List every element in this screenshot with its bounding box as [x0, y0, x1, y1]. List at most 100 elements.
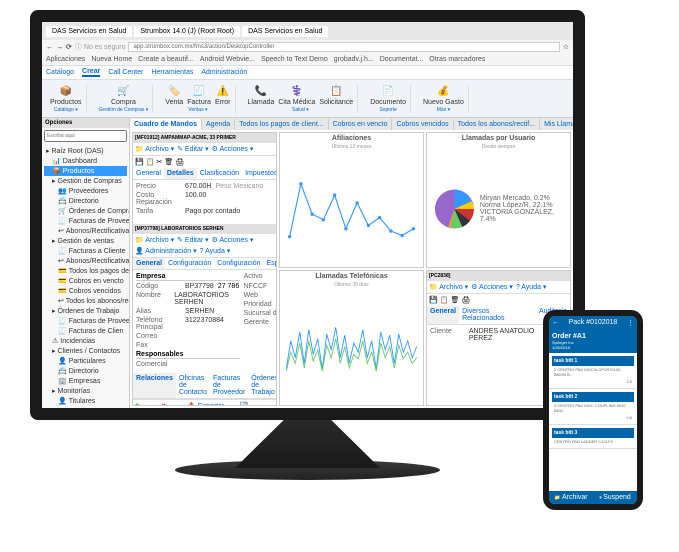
- ayuda-menu[interactable]: ? Ayuda ▾: [516, 283, 547, 291]
- browser-tab[interactable]: DAS Servicios en Salud: [46, 26, 132, 37]
- tab-agenda[interactable]: Agenda: [202, 119, 235, 130]
- tree-item[interactable]: ↩ Abonos/Rectificativas: [44, 256, 127, 266]
- tab-callcenter[interactable]: Call Center: [108, 69, 143, 76]
- tree-item[interactable]: ▸ Gestión de Compras: [44, 176, 127, 186]
- tree-item[interactable]: 🧾 Facturas de Clien: [44, 326, 127, 336]
- tool-icon[interactable]: 📋: [146, 158, 155, 166]
- star-icon[interactable]: ☆: [563, 43, 569, 51]
- tab-facturas[interactable]: Facturas de Proveedor: [210, 373, 248, 398]
- bookmark[interactable]: Nueva Home: [91, 56, 132, 63]
- venta-button[interactable]: 🏷️Venta: [165, 85, 183, 106]
- bookmark[interactable]: Create a beautif...: [138, 56, 194, 63]
- tab-clasif[interactable]: Clasificación: [197, 168, 242, 179]
- anadir-button[interactable]: + Añadir: [135, 402, 157, 406]
- editar-menu[interactable]: ✎ Editar ▾: [177, 145, 209, 153]
- phone-task[interactable]: task btlt 3 CENTRO PAD LADDER C101FS: [549, 425, 637, 449]
- tree-item[interactable]: 🛒 Órdenes de Compra: [44, 206, 127, 216]
- archivo-menu[interactable]: 📁 Archivo ▾: [429, 283, 468, 291]
- exportar-button[interactable]: 📤 Exportar (local): [187, 402, 236, 406]
- sidebar-search[interactable]: [44, 130, 127, 142]
- tool-icon[interactable]: 📋: [440, 296, 449, 304]
- tab-herramientas[interactable]: Herramientas: [151, 69, 193, 76]
- tab-detalles[interactable]: Detalles: [164, 168, 197, 179]
- tool-icon[interactable]: 🖨: [175, 158, 184, 166]
- acciones-menu[interactable]: ⚙ Acciones ▾: [212, 236, 254, 244]
- tree-item[interactable]: 💳 Cobros en vencto: [44, 276, 127, 286]
- bookmark[interactable]: Android Webvie...: [200, 56, 255, 63]
- tree-item[interactable]: 👥 Proveedores: [44, 186, 127, 196]
- nav-fwd-icon[interactable]: →: [56, 44, 63, 51]
- documento-button[interactable]: 📄Documento: [370, 85, 406, 106]
- bookmark[interactable]: grobadv.j.h...: [334, 56, 374, 63]
- tree-item[interactable]: 👥 Beneficiarios: [44, 406, 127, 408]
- tool-icon[interactable]: 🖨: [461, 296, 470, 304]
- tree-item[interactable]: 👤 Particulares: [44, 356, 127, 366]
- tab-pagos[interactable]: Todos los pagos de client...: [235, 119, 328, 130]
- tool-icon[interactable]: 🗑: [450, 296, 459, 304]
- tree-item[interactable]: ▸ Gestión de ventas: [44, 236, 127, 246]
- tab-oficinas[interactable]: Oficinas de Contacto: [176, 373, 210, 398]
- tab-ordenes[interactable]: Órdenes de Trabajo: [248, 373, 277, 398]
- error-button[interactable]: ⚠️Error: [215, 85, 231, 106]
- tab-impuestos[interactable]: Impuestos: [242, 168, 277, 179]
- tab-espec[interactable]: Especialidades: [263, 258, 277, 269]
- tab-general[interactable]: General: [133, 168, 164, 179]
- tree-item[interactable]: 🧾 Facturas de Proveedor: [44, 316, 127, 326]
- tab-admin[interactable]: Administración: [201, 69, 247, 76]
- archivar-button[interactable]: 📁 Archivar: [549, 491, 593, 504]
- back-icon[interactable]: ←: [552, 319, 559, 327]
- tool-icon[interactable]: 🗑: [164, 158, 173, 166]
- productos-button[interactable]: 📦Productos: [50, 85, 82, 106]
- tree-item[interactable]: ⚠ Incidencias: [44, 336, 127, 346]
- bookmark[interactable]: Aplicaciones: [46, 56, 85, 63]
- tab-vencidos[interactable]: Cobros vencidos: [392, 119, 453, 130]
- url-input[interactable]: app.strumbox.com.mx/fms3/action/DesktopC…: [128, 42, 559, 52]
- solicitance-button[interactable]: 📋Solicitance: [319, 85, 353, 106]
- acciones-menu[interactable]: ⚙ Acciones ▾: [471, 283, 513, 291]
- tab-catalogo[interactable]: Catálogo: [46, 69, 74, 76]
- reload-icon[interactable]: ⟳: [66, 43, 72, 51]
- tree-item[interactable]: 📇 Directorio: [44, 366, 127, 376]
- ayuda-menu[interactable]: ? Ayuda ▾: [200, 247, 231, 255]
- tab-config2[interactable]: Configuración: [214, 258, 263, 269]
- tree-item[interactable]: 🧾 Facturas de Proveedor: [44, 216, 127, 226]
- tree-item[interactable]: 📇 Directorio: [44, 196, 127, 206]
- tree-item[interactable]: ↩ Abonos/Rectificativas: [44, 226, 127, 236]
- archivo-menu[interactable]: 📁 Archivo ▾: [135, 145, 174, 153]
- phone-task[interactable]: task btlt 1 2 CENTRO PAD MOCIA CPO970100…: [549, 353, 637, 389]
- actualizar-button[interactable]: 🔄 Actualizar: [240, 402, 274, 406]
- tool-icon[interactable]: ✂: [156, 158, 162, 166]
- tab-abonos[interactable]: Todos los abonos/rectif...: [454, 119, 540, 130]
- llamada-button[interactable]: 📞Llamada: [248, 85, 275, 106]
- tab-crear[interactable]: Crear: [82, 68, 100, 77]
- tree-item[interactable]: ▸ Clientes / Contactos: [44, 346, 127, 356]
- suspend-button[interactable]: ⏸ Suspend: [593, 491, 637, 504]
- factura-button[interactable]: 🧾Factura: [187, 85, 211, 106]
- bookmark[interactable]: Speech to Text Demo: [261, 56, 328, 63]
- admin-menu[interactable]: 👤 Administración ▾: [135, 247, 197, 255]
- gasto-button[interactable]: 💰Nuevo Gasto: [423, 85, 464, 106]
- quitar-button[interactable]: ✕ Quitar: [161, 402, 183, 406]
- bookmark[interactable]: Documentat...: [380, 56, 424, 63]
- nav-back-icon[interactable]: ←: [46, 44, 53, 51]
- tree-item[interactable]: ↩ Todos los abonos/rectif.: [44, 296, 127, 306]
- tree-item[interactable]: 🧾 Facturas a Cliente: [44, 246, 127, 256]
- tool-icon[interactable]: 💾: [429, 296, 438, 304]
- tab-diversos[interactable]: Diversos Relacionados: [459, 306, 536, 324]
- tab-general[interactable]: General: [133, 258, 165, 269]
- tab-cobros[interactable]: Cobros en vencto: [329, 119, 393, 130]
- tab-misllamadas[interactable]: Mis Llamadas Entrantes: [540, 119, 573, 130]
- tree-dashboard[interactable]: 📊 Dashboard: [44, 156, 127, 166]
- acciones-menu[interactable]: ⚙ Acciones ▾: [212, 145, 254, 153]
- browser-tab[interactable]: Strumbox 14.0 (J) (Root Root): [134, 26, 240, 37]
- menu-icon[interactable]: ⋮: [627, 319, 634, 327]
- tree-item[interactable]: ▸ Monitorías: [44, 386, 127, 396]
- tree-root[interactable]: ▸ Raíz Root (DAS): [44, 146, 127, 156]
- tab-general[interactable]: General: [427, 306, 459, 324]
- tab-cuadro[interactable]: Cuadro de Mandos: [130, 119, 202, 130]
- tool-icon[interactable]: 💾: [135, 158, 144, 166]
- tree-item[interactable]: 💳 Todos los pagos de cliente: [44, 266, 127, 276]
- tree-productos[interactable]: 📦 Productos: [44, 166, 127, 176]
- cita-button[interactable]: ⚕️Cita Médica: [278, 85, 315, 106]
- bookmark[interactable]: Otras marcadores: [429, 56, 485, 63]
